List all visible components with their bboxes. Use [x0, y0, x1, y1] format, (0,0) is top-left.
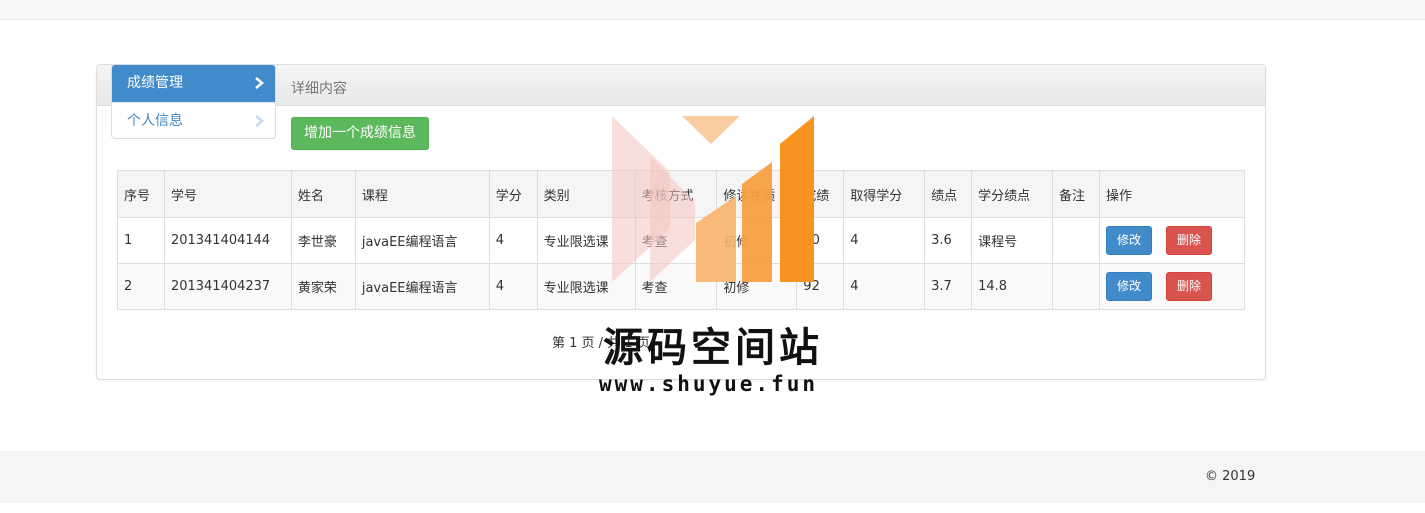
add-grade-button[interactable]: 增加一个成绩信息 — [291, 117, 429, 150]
column-header: 学分绩点 — [971, 170, 1054, 218]
column-header: 学号 — [163, 170, 292, 218]
delete-button[interactable]: 删除 — [1166, 272, 1212, 301]
chevron-right-icon — [253, 77, 265, 89]
cell-credit-gpa: 14.8 — [971, 263, 1054, 310]
watermark-url: www.shuyue.fun — [599, 372, 819, 396]
column-header: 序号 — [117, 170, 165, 218]
cell-earned-credit: 4 — [843, 217, 926, 264]
column-header: 操作 — [1099, 170, 1245, 218]
cell-exam: 考查 — [634, 217, 718, 264]
cell-actions: 修改 删除 — [1099, 217, 1245, 264]
table-row: 1 201341404144 李世豪 javaEE编程语言 4 专业限选课 考查… — [117, 217, 1245, 264]
cell-remark — [1052, 217, 1100, 264]
column-header: 姓名 — [290, 170, 356, 218]
panel-heading-title: 详细内容 — [291, 81, 347, 97]
cell-student-id: 201341404144 — [163, 217, 292, 264]
cell-nature: 初修 — [716, 217, 798, 264]
cell-nature: 初修 — [716, 263, 798, 310]
cell-name: 黄家荣 — [290, 263, 356, 310]
cell-no: 1 — [117, 217, 165, 264]
column-header: 课程 — [354, 170, 490, 218]
cell-remark — [1052, 263, 1100, 310]
column-header: 类别 — [536, 170, 636, 218]
table-header-row: 序号 学号 姓名 课程 学分 类别 考核方式 修读性质 成绩 取得学分 绩点 学… — [117, 170, 1245, 218]
delete-button[interactable]: 删除 — [1166, 226, 1212, 255]
chevron-right-icon — [253, 115, 265, 127]
cell-credit: 4 — [488, 263, 538, 310]
column-header: 备注 — [1052, 170, 1100, 218]
top-navbar — [0, 0, 1425, 20]
cell-exam: 考查 — [634, 263, 718, 310]
column-header: 学分 — [488, 170, 538, 218]
cell-score: 92 — [796, 263, 845, 310]
column-header: 绩点 — [924, 170, 973, 218]
edit-button[interactable]: 修改 — [1106, 272, 1152, 301]
column-header: 取得学分 — [843, 170, 926, 218]
sidebar-item-personal-info[interactable]: 个人信息 — [112, 102, 275, 138]
cell-name: 李世豪 — [290, 217, 356, 264]
column-header: 成绩 — [796, 170, 845, 218]
cell-category: 专业限选课 — [536, 263, 636, 310]
cell-gpa: 3.6 — [924, 217, 973, 264]
sidebar-item-label: 个人信息 — [127, 113, 183, 129]
column-header: 考核方式 — [634, 170, 718, 218]
sidebar-item-label: 成绩管理 — [127, 75, 183, 91]
cell-course: javaEE编程语言 — [354, 263, 490, 310]
cell-actions: 修改 删除 — [1099, 263, 1245, 310]
sidebar-nav: 成绩管理 个人信息 — [111, 64, 276, 139]
cell-gpa: 3.7 — [924, 263, 973, 310]
cell-category: 专业限选课 — [536, 217, 636, 264]
cell-credit: 4 — [488, 217, 538, 264]
footer: © 2019 — [0, 451, 1425, 503]
cell-no: 2 — [117, 263, 165, 310]
cell-credit-gpa: 课程号 — [971, 217, 1054, 264]
grades-table: 序号 学号 姓名 课程 学分 类别 考核方式 修读性质 成绩 取得学分 绩点 学… — [117, 170, 1245, 310]
table-row: 2 201341404237 黄家荣 javaEE编程语言 4 专业限选课 考查… — [117, 263, 1245, 310]
cell-score: 90 — [796, 217, 845, 264]
column-header: 修读性质 — [716, 170, 798, 218]
cell-student-id: 201341404237 — [163, 263, 292, 310]
sidebar-item-grade-management[interactable]: 成绩管理 — [112, 65, 275, 102]
cell-earned-credit: 4 — [843, 263, 926, 310]
watermark-title: 源码空间站 — [603, 325, 823, 371]
edit-button[interactable]: 修改 — [1106, 226, 1152, 255]
cell-course: javaEE编程语言 — [354, 217, 490, 264]
footer-copyright: © 2019 — [1205, 469, 1256, 484]
